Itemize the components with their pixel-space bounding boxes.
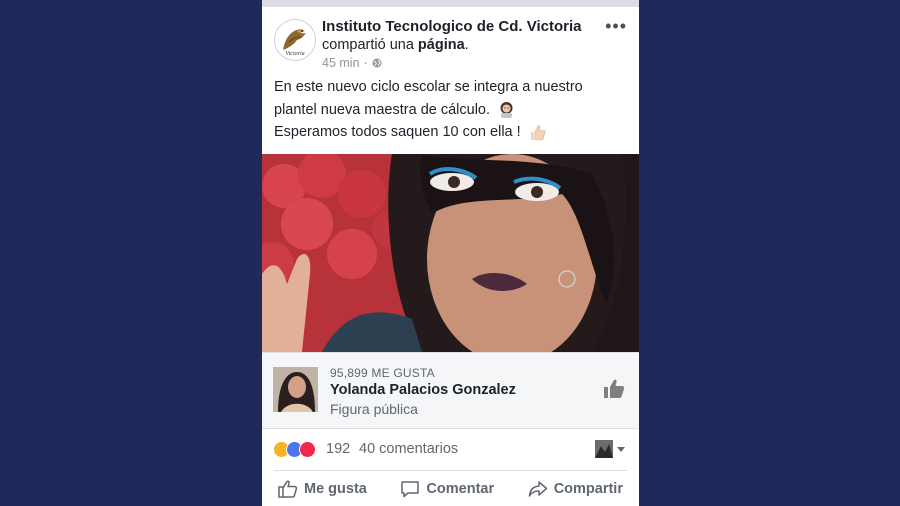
page-avatar[interactable]: Victoria xyxy=(274,19,316,61)
post-actions: Me gusta Comentar Compartir xyxy=(262,471,639,506)
page-likes-count: 95,899 ME GUSTA xyxy=(330,366,435,380)
more-options-icon[interactable]: ••• xyxy=(605,17,627,35)
reactions-bar: 192 40 comentarios xyxy=(262,430,639,470)
page-name[interactable]: Yolanda Palacios Gonzalez xyxy=(330,382,516,398)
comment-count[interactable]: 40 comentarios xyxy=(359,441,458,457)
page-thumbnail[interactable] xyxy=(273,367,318,412)
globe-icon xyxy=(372,58,382,68)
thumbs-up-emoji-icon xyxy=(530,124,546,140)
post-text-line-2: plantel nueva maestra de cálculo. xyxy=(274,101,491,118)
viewer-selector[interactable] xyxy=(595,440,625,458)
like-label: Me gusta xyxy=(304,480,367,497)
share-icon xyxy=(528,480,547,497)
post-photo[interactable] xyxy=(262,154,639,352)
meta-separator: · xyxy=(363,56,368,70)
post-text-line-3-wrap: Esperamos todos saquen 10 con ella ! xyxy=(274,121,629,144)
shared-line: compartió una página. xyxy=(322,37,469,53)
thumbs-up-icon xyxy=(604,379,625,398)
post-text-line-2-wrap: plantel nueva maestra de cálculo. xyxy=(274,99,629,122)
teacher-emoji-icon xyxy=(500,102,513,119)
comment-button[interactable]: Comentar xyxy=(400,471,494,506)
post-text-line-1: En este nuevo ciclo escolar se integra a… xyxy=(274,79,583,95)
comment-label: Comentar xyxy=(426,480,495,497)
chevron-down-icon xyxy=(617,446,625,452)
viewer-avatar-image xyxy=(595,440,613,458)
post-time[interactable]: 45 min xyxy=(322,56,360,70)
shared-prefix: compartió una xyxy=(322,37,414,53)
page-profile-image xyxy=(273,367,318,412)
reaction-count[interactable]: 192 xyxy=(326,441,350,457)
comment-icon xyxy=(401,480,420,497)
post-card: Victoria Instituto Tecnologico de Cd. Vi… xyxy=(262,0,639,506)
woman-selfie-image xyxy=(262,154,639,352)
like-button[interactable]: Me gusta xyxy=(278,471,367,506)
page-category: Figura pública xyxy=(330,401,418,417)
share-button[interactable]: Compartir xyxy=(528,471,623,506)
logo-text: Victoria xyxy=(285,51,304,57)
author-name[interactable]: Instituto Tecnologico de Cd. Victoria xyxy=(322,18,581,35)
post-meta: 45 min · xyxy=(322,56,382,70)
love-icon xyxy=(299,441,316,458)
post-text: En este nuevo ciclo escolar se integra a… xyxy=(274,76,629,144)
like-outline-icon xyxy=(278,479,298,498)
post-text-line-3: Esperamos todos saquen 10 con ella ! xyxy=(274,124,521,140)
share-label: Compartir xyxy=(553,480,623,497)
reaction-icons[interactable] xyxy=(273,441,316,458)
top-divider xyxy=(262,0,639,7)
page-attachment[interactable]: 95,899 ME GUSTA Yolanda Palacios Gonzale… xyxy=(262,352,639,429)
viewer-avatar xyxy=(595,440,613,458)
eagle-logo-icon: Victoria xyxy=(283,29,306,57)
shared-object-link[interactable]: página xyxy=(418,37,465,53)
like-page-button[interactable] xyxy=(603,379,625,404)
post-header: Victoria Instituto Tecnologico de Cd. Vi… xyxy=(262,7,639,70)
